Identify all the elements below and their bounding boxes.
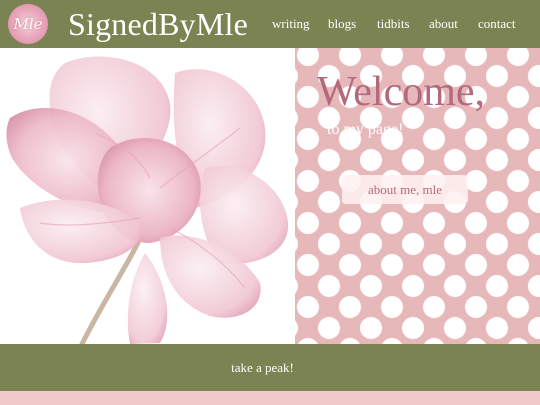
- take-a-peak-link[interactable]: take a peak!: [0, 360, 525, 376]
- footer-strip: [0, 391, 540, 405]
- bottom-band: take a peak!: [0, 344, 540, 391]
- nav-blogs[interactable]: blogs: [328, 16, 356, 32]
- flower-illustration: [6, 56, 289, 344]
- about-me-button[interactable]: about me, mle: [342, 175, 468, 204]
- flower-image: [0, 48, 295, 344]
- nav-writing[interactable]: writing: [272, 16, 310, 32]
- nav-about[interactable]: about: [429, 16, 458, 32]
- welcome-subtitle: to my page!: [327, 121, 404, 138]
- logo-icon[interactable]: Mle: [8, 4, 48, 44]
- welcome-title: Welcome,: [317, 69, 486, 115]
- site-title[interactable]: SignedByMle: [68, 4, 248, 44]
- welcome-panel: Welcome, to my page! about me, mle: [295, 48, 540, 344]
- nav-tidbits[interactable]: tidbits: [377, 16, 410, 32]
- nav-contact[interactable]: contact: [478, 16, 516, 32]
- site-header: Mle SignedByMle writing blogs tidbits ab…: [0, 0, 540, 48]
- logo-text: Mle: [13, 15, 43, 33]
